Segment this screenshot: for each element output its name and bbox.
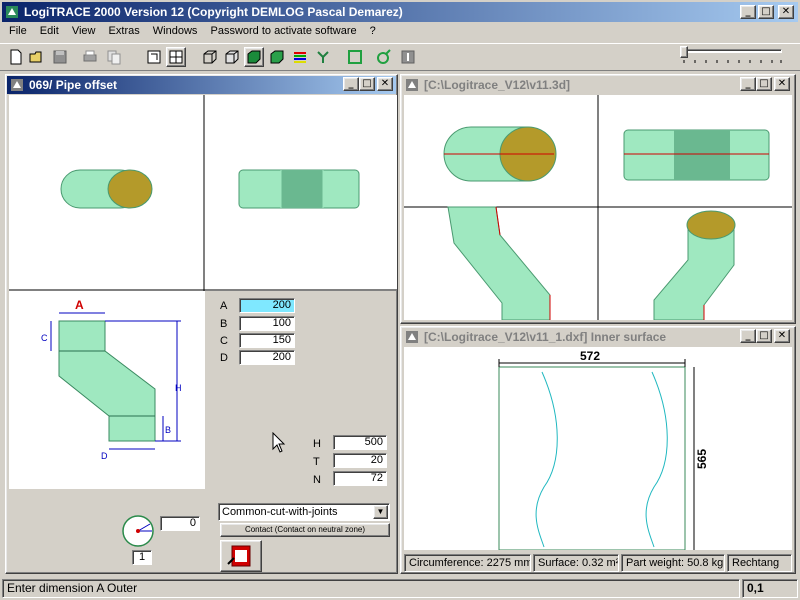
view3d-titlebar: [C:\Logitrace_V12\v11.3d]: [402, 76, 794, 94]
wireframe-box-icon[interactable]: [200, 47, 220, 67]
param-label-t: T: [313, 456, 320, 468]
pipe-3d-views[interactable]: [9, 95, 397, 291]
pipe-window-titlebar: 069/ Pipe offset: [7, 76, 396, 94]
pipe-window-icon: [11, 79, 23, 91]
view3d-maximize-button[interactable]: □: [756, 77, 772, 91]
param-label-h: H: [313, 438, 321, 450]
menu-view[interactable]: View: [67, 22, 101, 40]
dxf-weight: Part weight: 50.8 kg: [621, 554, 725, 572]
menu-bar: File Edit View Extras Windows Password t…: [4, 22, 794, 42]
menu-edit[interactable]: Edit: [35, 22, 64, 40]
pipe-views-canvas: [9, 95, 397, 291]
menu-file[interactable]: File: [4, 22, 32, 40]
dxf-circumference: Circumference: 2275 mm: [404, 554, 531, 572]
zoom-slider-track: [684, 49, 782, 53]
dxf-height-label: 565: [695, 449, 709, 469]
diagram-label-d: D: [101, 451, 108, 461]
diagram-label-h: H: [175, 383, 182, 393]
app-close-button[interactable]: ✕: [778, 5, 794, 19]
help-pointer-icon[interactable]: [398, 47, 418, 67]
color-layers-icon[interactable]: [290, 47, 310, 67]
param-n-input[interactable]: 72: [333, 471, 387, 486]
zoom-slider-thumb[interactable]: [680, 46, 688, 58]
dxf-maximize-button[interactable]: □: [756, 329, 772, 343]
cut-type-value: Common-cut-with-joints: [222, 506, 338, 518]
app-title: LogiTRACE 2000 Version 12 (Copyright DEM…: [24, 5, 403, 19]
open-folder-icon[interactable]: [27, 47, 47, 67]
new-file-icon[interactable]: [6, 47, 26, 67]
dim-b-input[interactable]: 100: [239, 316, 295, 331]
view3d-close-button[interactable]: ✕: [774, 77, 790, 91]
pipe-window-title: 069/ Pipe offset: [29, 78, 118, 92]
dim-label-c: C: [220, 335, 228, 347]
diagram-label-b: B: [165, 425, 171, 435]
dxf-minimize-button[interactable]: _: [740, 329, 756, 343]
calculate-button[interactable]: [220, 540, 262, 572]
curve-icon[interactable]: [374, 47, 394, 67]
zoom-slider[interactable]: [680, 46, 784, 66]
logitrace-icon: [6, 6, 18, 18]
dim-c-input[interactable]: 150: [239, 333, 295, 348]
dxf-width-label: 572: [580, 349, 600, 363]
view3d-window-icon: [406, 79, 418, 91]
calculator-icon: [227, 545, 251, 567]
frame-icon[interactable]: [345, 47, 365, 67]
solid-box-icon[interactable]: [267, 47, 287, 67]
dim-a-input[interactable]: 200: [239, 298, 295, 313]
copy-icon[interactable]: [104, 47, 124, 67]
dxf-surface: Surface: 0.32 m²: [533, 554, 619, 572]
print-icon[interactable]: [80, 47, 100, 67]
dim-label-d: D: [220, 352, 228, 364]
angle-index-input[interactable]: 1: [132, 550, 152, 565]
dxf-shape: Rechtang: [727, 554, 792, 572]
status-message: Enter dimension A Outer: [2, 579, 740, 598]
dxf-canvas[interactable]: 572 565: [404, 347, 792, 551]
dxf-close-button[interactable]: ✕: [774, 329, 790, 343]
pipe-close-button[interactable]: ✕: [377, 77, 393, 91]
chevron-down-icon[interactable]: ▼: [373, 505, 388, 519]
app-titlebar: LogiTRACE 2000 Version 12 (Copyright DEM…: [2, 2, 798, 22]
pipe-minimize-button[interactable]: _: [343, 77, 359, 91]
dxf-titlebar: [C:\Logitrace_V12\v11_1.dxf] Inner surfa…: [402, 328, 794, 346]
view3d-minimize-button[interactable]: _: [740, 77, 756, 91]
view3d-title: [C:\Logitrace_V12\v11.3d]: [424, 78, 571, 92]
diagram-label-c: C: [41, 333, 48, 343]
menu-help[interactable]: ?: [365, 22, 381, 40]
dim-label-b: B: [220, 318, 228, 330]
menu-extras[interactable]: Extras: [104, 22, 145, 40]
dim-label-a: A: [220, 300, 228, 312]
box-outline-icon[interactable]: [222, 47, 242, 67]
angle-input[interactable]: 0: [160, 516, 200, 531]
save-icon[interactable]: [50, 47, 70, 67]
dxf-window-icon: [406, 331, 418, 343]
tree-icon[interactable]: [313, 47, 333, 67]
cut-type-select[interactable]: Common-cut-with-joints ▼: [218, 503, 390, 521]
view3d-canvas[interactable]: [404, 95, 792, 321]
menu-windows[interactable]: Windows: [148, 22, 203, 40]
dim-d-input[interactable]: 200: [239, 350, 295, 365]
app-maximize-button[interactable]: □: [758, 5, 774, 19]
single-view-icon[interactable]: [144, 47, 164, 67]
four-view-icon[interactable]: [166, 47, 186, 67]
angle-dial-icon[interactable]: [120, 514, 158, 548]
param-label-n: N: [313, 474, 321, 486]
contact-button[interactable]: Contact (Contact on neutral zone): [220, 523, 390, 537]
param-t-input[interactable]: 20: [333, 453, 387, 468]
menu-password[interactable]: Password to activate software: [205, 22, 361, 40]
diagram-label-a: A: [75, 298, 84, 312]
mouse-cursor-icon: [272, 432, 286, 453]
status-coords: 0,1: [742, 579, 798, 598]
param-h-input[interactable]: 500: [333, 435, 387, 450]
pipe-maximize-button[interactable]: □: [359, 77, 375, 91]
dxf-title: [C:\Logitrace_V12\v11_1.dxf] Inner surfa…: [424, 330, 667, 344]
shaded-box-icon[interactable]: [244, 47, 264, 67]
app-minimize-button[interactable]: _: [740, 5, 756, 19]
zoom-slider-ticks: [683, 60, 782, 63]
pipe-diagram: A C D B H: [9, 291, 205, 489]
